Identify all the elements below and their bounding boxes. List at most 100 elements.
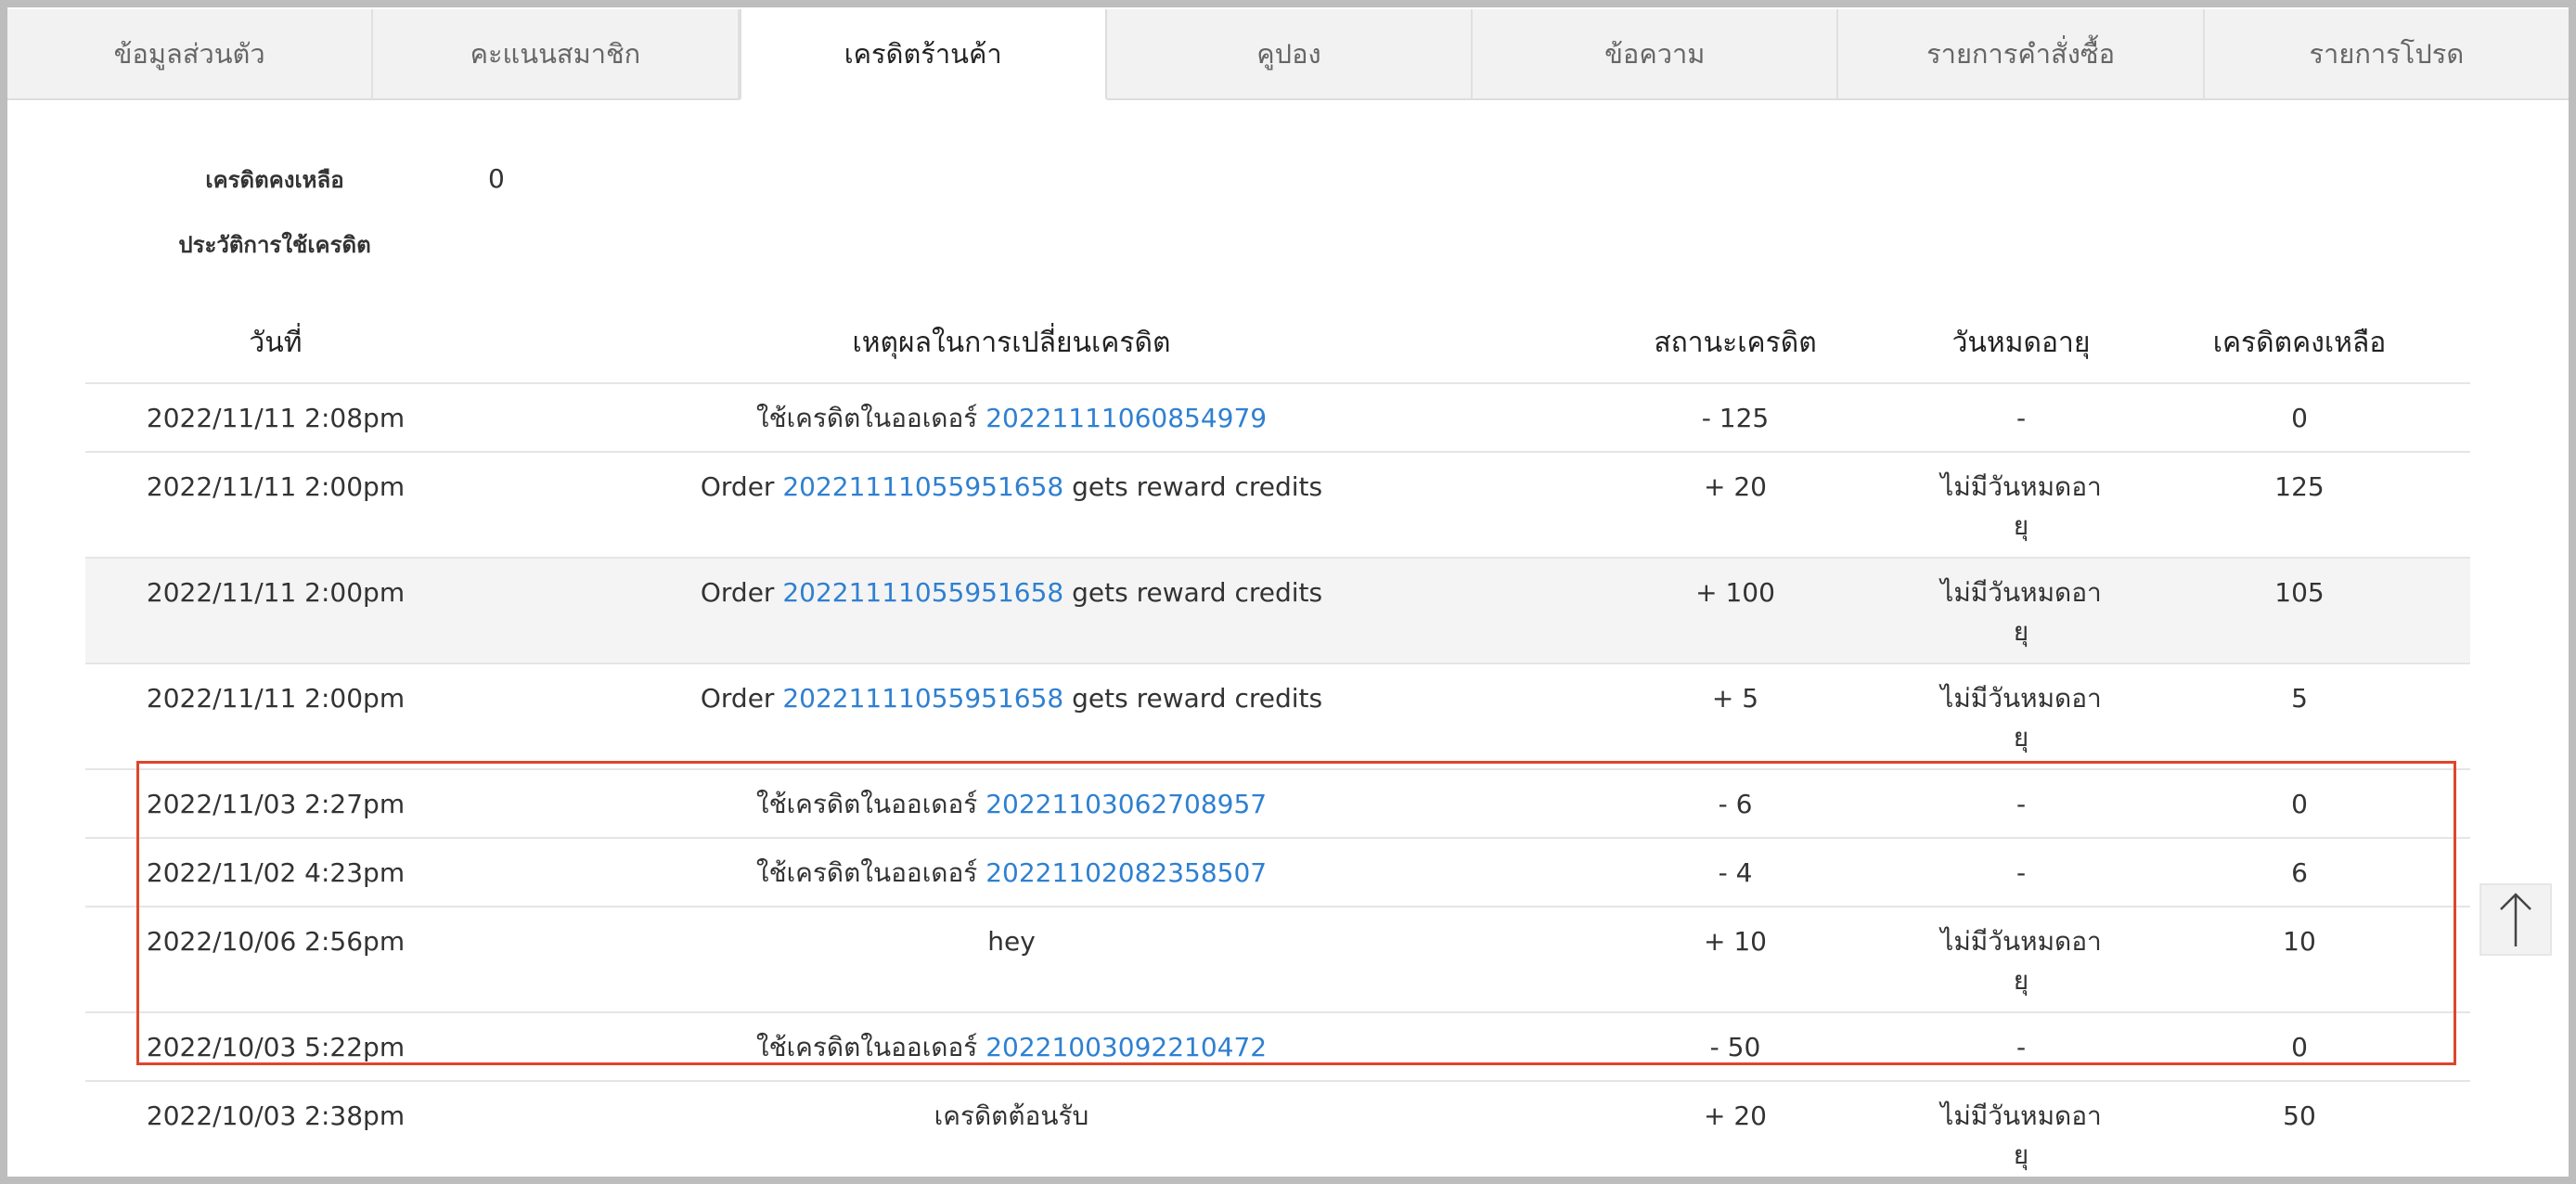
row-status: + 20: [1704, 471, 1767, 502]
row-balance: 10: [2283, 926, 2316, 957]
header-expiry: วันหมดอายุ: [1951, 327, 2091, 359]
tab-store-credit[interactable]: เครดิตร้านค้า: [739, 9, 1107, 100]
reason-text: Order: [700, 577, 783, 608]
page-frame: ข้อมูลส่วนตัว คะแนนสมาชิก เครดิตร้านค้า …: [7, 7, 2569, 1177]
arrow-up-icon: [2500, 893, 2531, 946]
row-reason: Order 20221111055951658 gets reward cred…: [466, 664, 1557, 768]
tab-member-points[interactable]: คะแนนสมาชิก: [373, 9, 740, 100]
reason-suffix: gets reward credits: [1063, 471, 1323, 502]
expiry-text: -: [2016, 1032, 2027, 1062]
table-header-row: วันที่ เหตุผลในการเปลี่ยนเครดิต สถานะเคร…: [85, 304, 2470, 384]
row-expiry: ไม่มีวันหมดอายุ: [1913, 1082, 2129, 1177]
row-expiry: ไม่มีวันหมดอายุ: [1913, 664, 2129, 768]
row-date: 2022/11/11 2:00pm: [146, 577, 406, 608]
order-link[interactable]: 20221103062708957: [985, 789, 1267, 819]
row-date: 2022/10/03 2:38pm: [146, 1100, 406, 1131]
expiry-text: ไม่มีวันหมดอายุ: [1940, 1100, 2102, 1170]
reason-text: ใช้เครดิตในออเดอร์: [755, 1032, 986, 1062]
expiry-text: -: [2016, 789, 2027, 819]
row-reason: ใช้เครดิตในออเดอร์ 20221003092210472: [466, 1013, 1557, 1080]
reason-text: Order: [700, 471, 783, 502]
row-reason: เครดิตต้อนรับ: [466, 1082, 1557, 1177]
credit-history-label: ประวัติการใช้เครดิต: [178, 232, 371, 258]
reason-text: ใช้เครดิตในออเดอร์: [755, 857, 986, 888]
reason-text: เครดิตต้อนรับ: [934, 1100, 1089, 1131]
table-row: 2022/11/11 2:00pm Order 2022111105595165…: [85, 559, 2470, 664]
row-balance: 5: [2291, 683, 2308, 714]
tab-wishlist[interactable]: รายการโปรด: [2204, 9, 2569, 100]
header-date: วันที่: [249, 327, 303, 359]
row-reason: ใช้เครดิตในออเดอร์ 20221103062708957: [466, 770, 1557, 837]
order-link[interactable]: 20221003092210472: [985, 1032, 1267, 1062]
row-expiry: -: [1913, 770, 2129, 837]
row-expiry: ไม่มีวันหมดอายุ: [1913, 907, 2129, 1011]
expiry-text: -: [2016, 403, 2027, 433]
tab-coupons[interactable]: คูปอง: [1106, 9, 1474, 100]
row-date: 2022/10/06 2:56pm: [146, 926, 406, 957]
row-balance: 125: [2274, 471, 2325, 502]
row-expiry: ไม่มีวันหมดอายุ: [1913, 559, 2129, 663]
scroll-to-top-button[interactable]: [2479, 883, 2552, 956]
row-expiry: -: [1913, 384, 2129, 451]
reason-suffix: gets reward credits: [1063, 683, 1323, 714]
order-link[interactable]: 20221111055951658: [782, 683, 1063, 714]
reason-text: ใช้เครดิตในออเดอร์: [755, 403, 986, 433]
row-balance: 6: [2291, 857, 2308, 888]
row-reason: ใช้เครดิตในออเดอร์ 20221102082358507: [466, 839, 1557, 906]
tab-orders[interactable]: รายการคำสั่งซื้อ: [1838, 9, 2205, 100]
order-link[interactable]: 20221111055951658: [782, 471, 1063, 502]
credit-balance-value: 0: [488, 163, 505, 194]
row-date: 2022/11/02 4:23pm: [146, 857, 406, 888]
row-status: - 4: [1718, 857, 1753, 888]
row-balance: 0: [2291, 1032, 2308, 1062]
row-balance: 105: [2274, 577, 2325, 608]
row-balance: 0: [2291, 789, 2308, 819]
table-row: 2022/10/03 5:22pm ใช้เครดิตในออเดอร์ 202…: [85, 1013, 2470, 1082]
table-row: 2022/10/06 2:56pm hey + 10 ไม่มีวันหมดอา…: [85, 907, 2470, 1013]
table-row: 2022/10/03 2:38pm เครดิตต้อนรับ + 20 ไม่…: [85, 1082, 2470, 1177]
row-status: + 20: [1704, 1100, 1767, 1131]
account-tabs: ข้อมูลส่วนตัว คะแนนสมาชิก เครดิตร้านค้า …: [7, 9, 2569, 100]
row-reason: Order 20221111055951658 gets reward cred…: [466, 559, 1557, 663]
row-reason: hey: [466, 907, 1557, 1011]
row-status: - 50: [1709, 1032, 1761, 1062]
row-expiry: -: [1913, 839, 2129, 906]
row-date: 2022/11/11 2:00pm: [146, 471, 406, 502]
reason-text: ใช้เครดิตในออเดอร์: [755, 789, 986, 819]
credit-history-table: วันที่ เหตุผลในการเปลี่ยนเครดิต สถานะเคร…: [85, 304, 2470, 1177]
row-date: 2022/11/11 2:08pm: [146, 403, 406, 433]
row-date: 2022/11/11 2:00pm: [146, 683, 406, 714]
tab-personal-info[interactable]: ข้อมูลส่วนตัว: [7, 9, 374, 100]
row-expiry: -: [1913, 1013, 2129, 1080]
row-date: 2022/11/03 2:27pm: [146, 789, 406, 819]
row-status: - 6: [1718, 789, 1753, 819]
row-date: 2022/10/03 5:22pm: [146, 1032, 406, 1062]
table-row: 2022/11/11 2:00pm Order 2022111105595165…: [85, 664, 2470, 770]
tab-messages[interactable]: ข้อความ: [1473, 9, 1839, 100]
expiry-text: -: [2016, 857, 2027, 888]
table-row: 2022/11/02 4:23pm ใช้เครดิตในออเดอร์ 202…: [85, 839, 2470, 907]
header-balance: เครดิตคงเหลือ: [2212, 327, 2387, 359]
row-status: + 5: [1711, 683, 1759, 714]
row-balance: 50: [2283, 1100, 2316, 1131]
row-balance: 0: [2291, 403, 2308, 433]
reason-text: hey: [987, 926, 1036, 957]
expiry-text: ไม่มีวันหมดอายุ: [1940, 683, 2102, 753]
row-status: + 100: [1695, 577, 1775, 608]
table-row: 2022/11/03 2:27pm ใช้เครดิตในออเดอร์ 202…: [85, 770, 2470, 839]
row-status: - 125: [1701, 403, 1770, 433]
order-link[interactable]: 20221111055951658: [782, 577, 1063, 608]
row-reason: ใช้เครดิตในออเดอร์ 20221111060854979: [466, 384, 1557, 451]
expiry-text: ไม่มีวันหมดอายุ: [1940, 471, 2102, 541]
header-reason: เหตุผลในการเปลี่ยนเครดิต: [852, 327, 1171, 359]
order-link[interactable]: 20221102082358507: [985, 857, 1267, 888]
header-status: สถานะเครดิต: [1654, 327, 1817, 359]
expiry-text: ไม่มีวันหมดอายุ: [1940, 926, 2102, 996]
reason-text: Order: [700, 683, 783, 714]
credit-balance-label: เครดิตคงเหลือ: [205, 167, 344, 193]
table-row: 2022/11/11 2:08pm ใช้เครดิตในออเดอร์ 202…: [85, 384, 2470, 453]
row-expiry: ไม่มีวันหมดอายุ: [1913, 453, 2129, 557]
table-row: 2022/11/11 2:00pm Order 2022111105595165…: [85, 453, 2470, 559]
expiry-text: ไม่มีวันหมดอายุ: [1940, 577, 2102, 647]
order-link[interactable]: 20221111060854979: [985, 403, 1267, 433]
